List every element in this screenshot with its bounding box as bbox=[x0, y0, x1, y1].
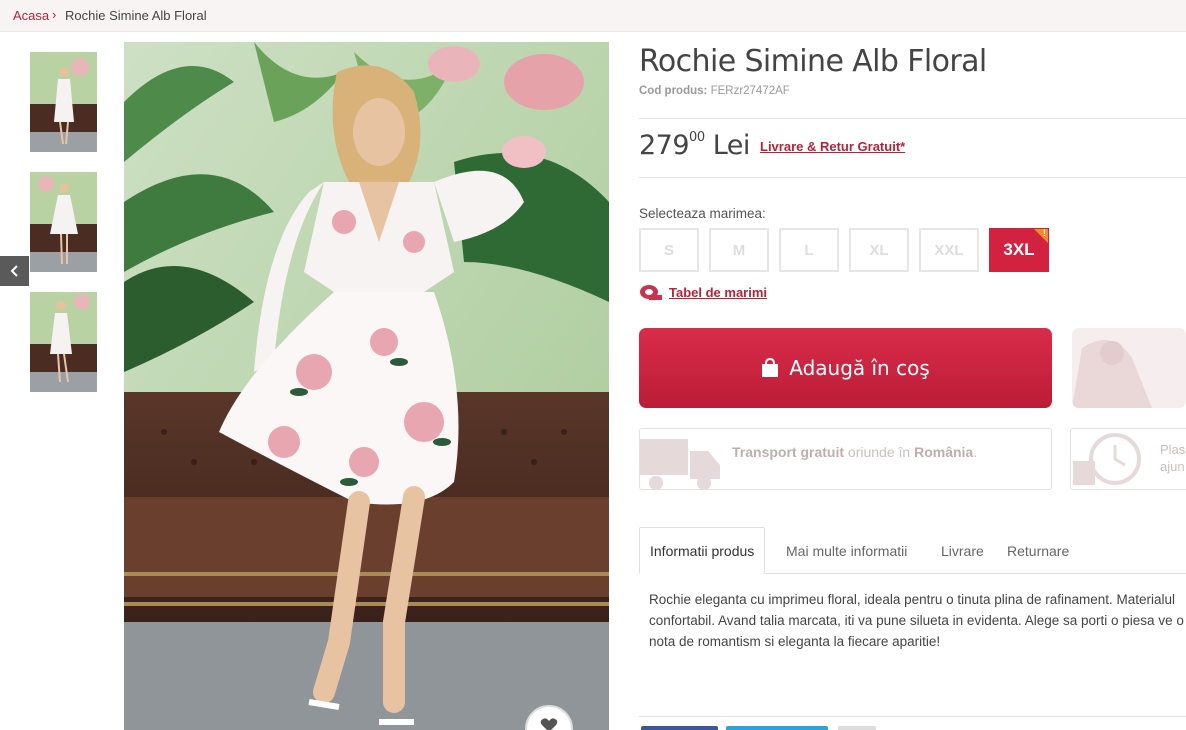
size-option-3xl-label: 3XL bbox=[1003, 240, 1035, 259]
size-option-m[interactable]: M bbox=[709, 228, 769, 272]
share-button[interactable] bbox=[838, 726, 876, 730]
gallery-thumbnail-3[interactable] bbox=[30, 292, 97, 392]
low-stock-mark: ! bbox=[1043, 228, 1046, 238]
measuring-tape-icon bbox=[640, 285, 662, 300]
size-option-xl[interactable]: XL bbox=[849, 228, 909, 272]
add-to-cart-label: Adaugă în coş bbox=[789, 356, 930, 380]
divider bbox=[639, 716, 1186, 717]
divider bbox=[639, 177, 1186, 178]
gallery-thumbnail-2[interactable] bbox=[30, 172, 97, 272]
size-chart-label: Tabel de marimi bbox=[669, 284, 768, 300]
product-description: Rochie eleganta cu imprimeu floral, idea… bbox=[649, 592, 1184, 649]
size-select-label: Selecteaza marimea: bbox=[639, 206, 766, 221]
clock-icon bbox=[1073, 433, 1141, 485]
product-price: 27900 Lei bbox=[639, 130, 750, 161]
transport-info-card: Transport gratuit oriunde în România. bbox=[639, 428, 1052, 490]
tab-informatii-produs[interactable]: Informatii produs bbox=[639, 527, 766, 574]
product-code-value: FERzr27472AF bbox=[710, 85, 790, 97]
tab-mai-multe-informatii[interactable]: Mai multe informatii bbox=[786, 527, 907, 574]
product-code-label: Cod produs: bbox=[639, 85, 708, 97]
messenger-share-button[interactable] bbox=[726, 726, 828, 730]
transport-end: . bbox=[973, 444, 978, 460]
facebook-share-button[interactable] bbox=[641, 726, 718, 730]
product-title: Rochie Simine Alb Floral bbox=[639, 44, 987, 79]
shopping-bag-icon bbox=[762, 358, 779, 377]
size-option-s[interactable]: S bbox=[639, 228, 699, 272]
price-main: 279 bbox=[639, 130, 690, 161]
gallery-thumbnail-1[interactable] bbox=[30, 52, 97, 152]
price-currency: Lei bbox=[712, 130, 751, 161]
heart-icon bbox=[540, 718, 558, 730]
transport-country: România bbox=[914, 444, 974, 460]
delivery-truck-icon bbox=[640, 439, 720, 489]
delivery-time-text: Plas ajun bbox=[1160, 441, 1185, 475]
delivery-time-info-card: Plas ajun bbox=[1070, 428, 1186, 490]
size-option-l[interactable]: L bbox=[779, 228, 839, 272]
breadcrumb-home-link[interactable]: Acasa bbox=[13, 8, 49, 23]
delivery-time-line2: ajun bbox=[1160, 459, 1185, 474]
breadcrumb: Acasa › Rochie Simine Alb Floral bbox=[0, 0, 1186, 32]
breadcrumb-current: Rochie Simine Alb Floral bbox=[65, 8, 207, 23]
delivery-time-line1: Plas bbox=[1160, 442, 1186, 457]
size-chart-link[interactable]: Tabel de marimi bbox=[639, 283, 767, 301]
add-to-cart-button[interactable]: Adaugă în coş bbox=[639, 328, 1052, 408]
transport-mid: oriunde în bbox=[847, 444, 911, 460]
gallery-prev-button[interactable] bbox=[0, 256, 29, 286]
main-product-image[interactable] bbox=[124, 42, 609, 730]
product-code: Cod produs: FERzr27472AF bbox=[639, 85, 790, 97]
chevron-left-icon bbox=[10, 265, 18, 277]
size-option-3xl[interactable]: 3XL ! bbox=[989, 228, 1049, 272]
side-promo-image bbox=[1072, 328, 1186, 408]
tab-livrare[interactable]: Livrare bbox=[941, 527, 984, 574]
tab-returnare[interactable]: Returnare bbox=[1007, 527, 1069, 574]
size-option-xxl[interactable]: XXL bbox=[919, 228, 979, 272]
transport-info-text: Transport gratuit oriunde în România. bbox=[732, 444, 977, 460]
free-shipping-link[interactable]: Livrare & Retur Gratuit* bbox=[760, 139, 905, 154]
transport-bold: Transport gratuit bbox=[732, 444, 845, 460]
price-cents: 00 bbox=[689, 130, 705, 145]
breadcrumb-separator: › bbox=[52, 7, 57, 22]
divider bbox=[639, 118, 1186, 119]
